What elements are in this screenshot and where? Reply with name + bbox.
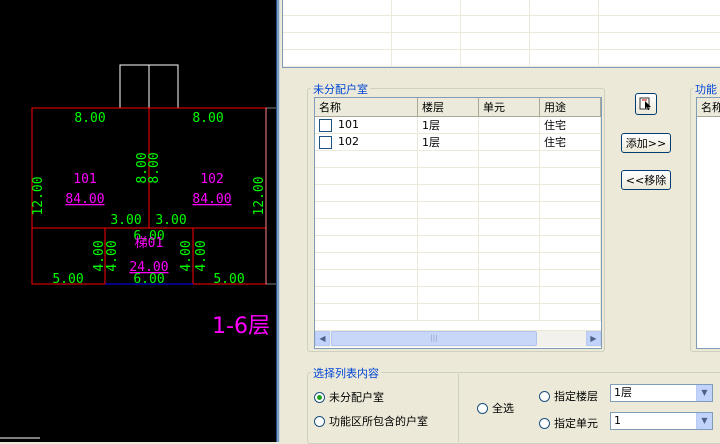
room-name-stair: 梯01 (135, 236, 164, 251)
floor-select-value: 1层 (614, 386, 632, 399)
select-list-title: 选择列表内容 (311, 365, 381, 381)
dim-top-left: 8.00 (74, 111, 105, 126)
dim-mid-right: 3.00 (155, 213, 186, 228)
add-button[interactable]: 添加>> (621, 133, 671, 153)
unassigned-table[interactable]: 名称 楼层 单元 用途 101 1层 住宅 102 1层 住宅 ◀ ||| ▶ (314, 97, 602, 349)
cad-canvas[interactable]: 8.00 8.00 12.00 12.00 8.00 8.00 101 84.0… (0, 0, 276, 442)
dim-stair-bottom: 6.00 (133, 272, 164, 287)
top-grid[interactable] (282, 0, 720, 68)
dim-stair-side-b: 4.00 (105, 240, 120, 271)
col-use[interactable]: 用途 (539, 98, 601, 117)
horizontal-scrollbar[interactable]: ◀ ||| ▶ (315, 330, 601, 347)
radio-label: 未分配户室 (329, 391, 384, 404)
row-name: 102 (338, 135, 359, 149)
radio-label: 指定楼层 (554, 390, 598, 403)
row-floor: 1层 (417, 133, 479, 151)
unit-select-value: 1 (614, 414, 621, 427)
dim-mid-left: 3.00 (110, 213, 141, 228)
radio-function-rooms[interactable]: 功能区所包含的户室 (314, 413, 428, 429)
dim-middle-vertical-b: 8.00 (147, 152, 162, 183)
scroll-thumb[interactable]: ||| (331, 331, 537, 346)
row-use: 住宅 (539, 133, 601, 151)
dim-left-height: 12.00 (31, 176, 46, 215)
unit-select[interactable]: 1 ▼ (610, 412, 713, 430)
room-area-101: 84.00 (65, 192, 104, 207)
pick-button[interactable] (635, 93, 657, 115)
unassigned-title: 未分配户室 (311, 81, 370, 97)
radio-label: 全选 (492, 402, 514, 415)
col-floor[interactable]: 楼层 (417, 98, 479, 117)
dim-top-right: 8.00 (192, 111, 223, 126)
radio-dot[interactable] (314, 415, 325, 427)
radio-label: 功能区所包含的户室 (329, 415, 428, 428)
col-name[interactable]: 名称 (315, 98, 418, 117)
room-name-102: 102 (200, 172, 223, 187)
radio-label: 指定单元 (554, 417, 598, 430)
chevron-down-icon[interactable]: ▼ (696, 413, 712, 429)
col-function-name[interactable]: 名称 (697, 98, 720, 117)
floor-plan-drawing: 8.00 8.00 12.00 12.00 8.00 8.00 101 84.0… (0, 64, 276, 439)
row-unit (478, 133, 540, 151)
table-row[interactable]: 101 1层 住宅 (315, 116, 601, 134)
row-floor: 1层 (417, 116, 479, 134)
row-checkbox[interactable] (319, 135, 332, 149)
room-area-102: 84.00 (192, 192, 231, 207)
pick-icon (639, 97, 651, 110)
col-unit[interactable]: 单元 (478, 98, 540, 117)
radio-dot[interactable] (314, 391, 325, 403)
radio-dot[interactable] (539, 417, 550, 429)
room-assign-panel: 未分配户室 名称 楼层 单元 用途 101 1层 住宅 102 1层 住宅 ◀ … (280, 0, 720, 444)
radio-unassigned[interactable]: 未分配户室 (314, 389, 384, 405)
room-name-101: 101 (73, 172, 96, 187)
row-name: 101 (338, 118, 359, 132)
dim-bottom-left: 5.00 (52, 272, 83, 287)
row-checkbox[interactable] (319, 118, 332, 132)
radio-specify-floor[interactable]: 指定楼层 (539, 388, 598, 404)
radio-dot[interactable] (539, 390, 550, 402)
row-use: 住宅 (539, 116, 601, 134)
floor-select[interactable]: 1层 ▼ (610, 384, 713, 402)
function-area-table[interactable]: 名称 (696, 97, 720, 349)
dim-stair-side-c: 4.00 (179, 240, 194, 271)
radio-select-all[interactable]: 全选 (477, 400, 514, 416)
scroll-left-icon[interactable]: ◀ (315, 331, 330, 346)
radio-specify-unit[interactable]: 指定单元 (539, 415, 598, 431)
group-divider (458, 374, 459, 442)
dim-stair-side-d: 4.00 (194, 240, 209, 271)
row-unit (478, 116, 540, 134)
dim-bottom-right: 5.00 (213, 272, 244, 287)
radio-dot[interactable] (477, 402, 488, 414)
remove-button[interactable]: <<移除 (621, 170, 671, 190)
chevron-down-icon[interactable]: ▼ (696, 385, 712, 401)
scroll-right-icon[interactable]: ▶ (586, 331, 601, 346)
floor-range-label: 1-6层 (212, 314, 270, 339)
table-row[interactable]: 102 1层 住宅 (315, 133, 601, 151)
dim-right-height: 12.00 (252, 176, 267, 215)
